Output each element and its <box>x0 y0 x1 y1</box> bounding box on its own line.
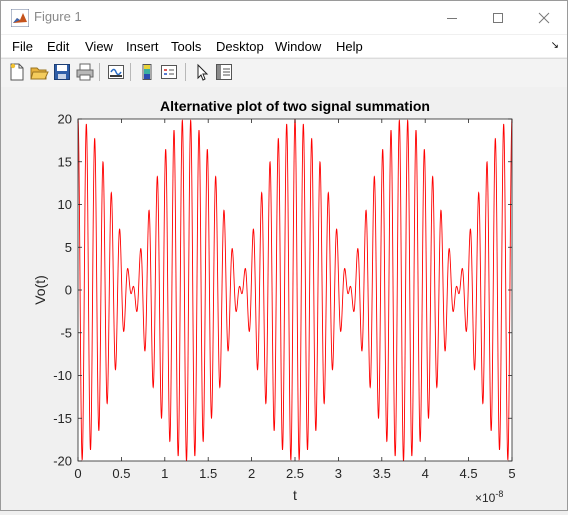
menu-edit[interactable]: Edit <box>47 39 69 54</box>
minimize-icon <box>447 17 457 19</box>
x-tick-label: 3 <box>335 466 342 481</box>
x-tick-label: 5 <box>508 466 515 481</box>
y-tick-label: -20 <box>53 454 72 469</box>
window-title: Figure 1 <box>34 9 82 24</box>
insert-legend-icon[interactable] <box>159 62 179 82</box>
x-tick-label: 1 <box>161 466 168 481</box>
open-file-icon[interactable] <box>29 62 49 82</box>
maximize-button[interactable] <box>475 1 521 34</box>
insert-colorbar-icon[interactable] <box>137 62 157 82</box>
figure-window: Figure 1 File Edit View Insert Tools Des… <box>0 0 568 511</box>
link-plot-icon[interactable] <box>106 62 126 82</box>
x-tick-label: 2 <box>248 466 255 481</box>
matlab-icon <box>11 9 29 27</box>
y-tick-label: 20 <box>58 112 72 127</box>
y-tick-label: -5 <box>60 325 72 340</box>
toolbar-separator <box>99 63 100 81</box>
edit-plot-icon[interactable] <box>192 62 212 82</box>
y-tick-label: 0 <box>65 283 72 298</box>
save-icon[interactable] <box>52 62 72 82</box>
new-figure-icon[interactable] <box>7 62 27 82</box>
x-tick-label: 1.5 <box>199 466 217 481</box>
toolbar-separator <box>185 63 186 81</box>
property-inspector-icon[interactable] <box>214 62 234 82</box>
menu-bar: File Edit View Insert Tools Desktop Wind… <box>1 35 567 57</box>
x-tick-label: 0 <box>74 466 81 481</box>
y-tick-label: 10 <box>58 197 72 212</box>
x-tick-label: 4.5 <box>460 466 478 481</box>
menu-desktop[interactable]: Desktop <box>216 39 264 54</box>
close-icon <box>538 12 550 23</box>
plot-svg[interactable]: Alternative plot of two signal summation… <box>1 87 567 510</box>
x-exponent-power: -8 <box>495 489 503 499</box>
x-tick-labels: 0 0.5 1 1.5 2 2.5 3 3.5 4 4.5 5 <box>74 466 515 481</box>
menu-insert[interactable]: Insert <box>126 39 159 54</box>
toolbar-separator <box>130 63 131 81</box>
menu-view[interactable]: View <box>85 39 113 54</box>
y-tick-label: -15 <box>53 411 72 426</box>
y-tick-labels: 20 15 10 5 0 -5 -10 -15 -20 <box>53 112 72 469</box>
x-axis-label: t <box>293 487 297 503</box>
x-tick-label: 2.5 <box>286 466 304 481</box>
y-tick-label: 15 <box>58 154 72 169</box>
title-bar: Figure 1 <box>1 1 567 34</box>
y-axis-label: Vo(t) <box>32 275 48 305</box>
menu-file[interactable]: File <box>12 39 33 54</box>
close-button[interactable] <box>521 1 567 34</box>
y-tick-label: -10 <box>53 368 72 383</box>
x-tick-label: 4 <box>422 466 429 481</box>
x-exponent-base: ×10 <box>475 491 496 505</box>
maximize-icon <box>493 12 503 23</box>
plot-title: Alternative plot of two signal summation <box>160 98 430 114</box>
y-tick-label: 5 <box>65 240 72 255</box>
figure-canvas: Alternative plot of two signal summation… <box>1 87 567 510</box>
minimize-button[interactable] <box>429 1 475 34</box>
x-tick-label: 0.5 <box>112 466 130 481</box>
menu-tools[interactable]: Tools <box>171 39 201 54</box>
print-icon[interactable] <box>75 62 95 82</box>
menu-help[interactable]: Help <box>336 39 363 54</box>
dock-arrow-icon[interactable]: ↘ <box>551 40 559 51</box>
menu-window[interactable]: Window <box>275 39 321 54</box>
figure-toolbar <box>1 58 567 88</box>
x-exponent-label: ×10-8 <box>475 489 503 505</box>
x-tick-label: 3.5 <box>373 466 391 481</box>
